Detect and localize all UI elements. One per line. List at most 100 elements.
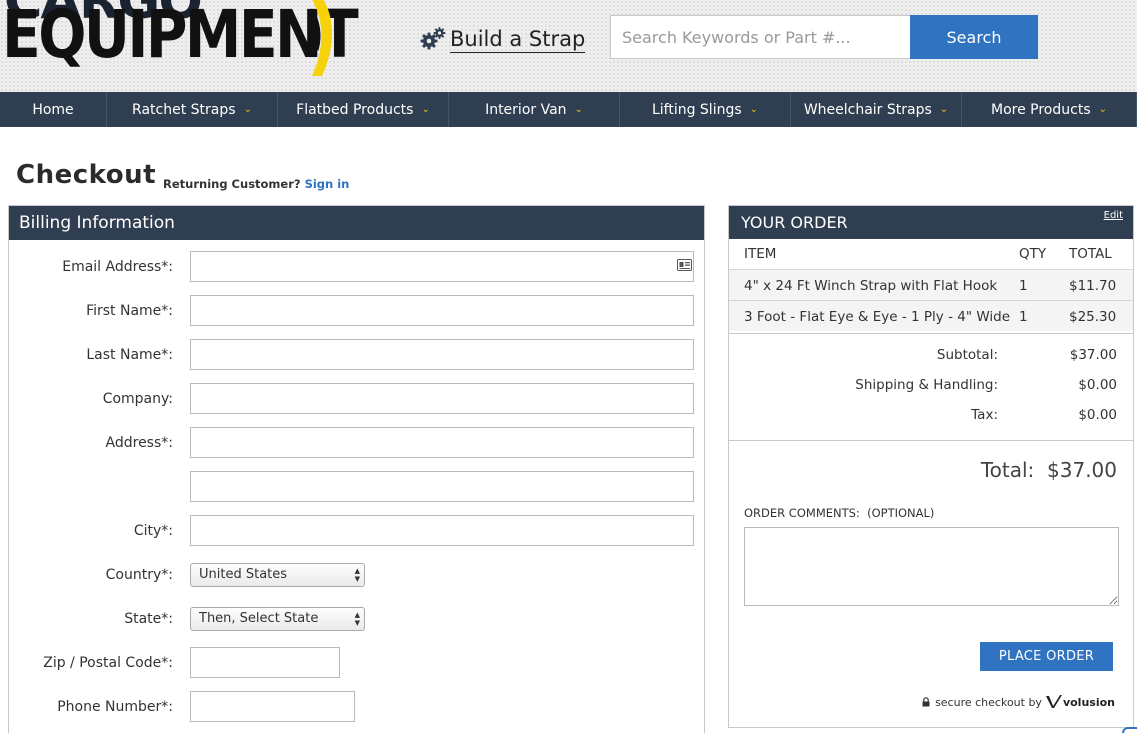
company-field[interactable] [190,383,694,414]
address-line-2-row [9,471,704,503]
nav-item-label: Flatbed Products [296,101,414,118]
zip-label: Zip / Postal Code*: [43,655,173,671]
shipping-label: Shipping & Handling: [855,377,998,393]
divider [729,440,1133,441]
last-name-row: Last Name*: [9,339,704,371]
nav-item-more-products[interactable]: More Products ⌄ [962,92,1137,127]
contact-card-icon[interactable] [677,259,692,271]
subtotal-row: Subtotal: $37.00 [729,347,1133,367]
returning-customer-text: Returning Customer? [163,177,301,191]
chat-widget-tab[interactable] [1122,727,1137,733]
returning-customer: Returning Customer? Sign in [163,177,349,191]
order-item-name: 3 Foot - Flat Eye & Eye - 1 Ply - 4" Wid… [744,309,1010,325]
order-comments-field[interactable] [744,527,1119,606]
order-heading-text: YOUR ORDER [741,213,848,232]
company-label: Company: [102,391,173,407]
order-item-total: $11.70 [1069,278,1117,294]
country-label: Country*: [105,567,173,583]
build-a-strap-link[interactable]: Build a Strap [450,26,586,53]
total-label: Total: [980,458,1035,482]
page-title: Checkout [16,160,157,190]
subtotal-label: Subtotal: [936,347,998,363]
tax-value: $0.00 [1078,407,1117,423]
first-name-row: First Name*: [9,295,704,327]
nav-item-flatbed-products[interactable]: Flatbed Products ⌄ [278,92,449,127]
email-field[interactable] [190,251,694,282]
country-row: Country*: United States ▲ ▼ [9,559,704,591]
order-item-row: 4" x 24 Ft Winch Strap with Flat Hook 1 … [729,269,1133,300]
edit-order-link[interactable]: Edit [1104,211,1123,221]
order-heading: YOUR ORDER Edit [729,206,1133,239]
chevron-down-icon: ⌄ [421,104,430,115]
state-select[interactable]: Then, Select State ▲ ▼ [190,607,365,631]
state-row: State*: Then, Select State ▲ ▼ [9,603,704,635]
order-item-qty: 1 [1019,278,1028,294]
zip-row: Zip / Postal Code*: [9,647,704,679]
place-order-button[interactable]: PLACE ORDER [980,642,1113,671]
company-row: Company: [9,383,704,415]
nav-item-wheelchair-straps[interactable]: Wheelchair Straps ⌄ [791,92,962,127]
build-a-strap[interactable]: Build a Strap [420,23,586,55]
order-item-row: 3 Foot - Flat Eye & Eye - 1 Ply - 4" Wid… [729,300,1133,331]
total-value: $37.00 [1047,458,1117,482]
country-select[interactable]: United States ▲ ▼ [190,563,365,587]
search-input[interactable] [610,15,911,59]
address-row: Address*: [9,427,704,459]
nav-item-label: Ratchet Straps [132,101,236,118]
order-table-header: ITEM QTY TOTAL [729,239,1133,269]
email-row: Email Address*: [9,251,704,283]
nav-item-label: More Products [991,101,1091,118]
nav-item-label: Wheelchair Straps [803,101,932,118]
nav-item-label: Lifting Slings [651,101,742,118]
secure-checkout-badge: secure checkout by volusion [922,695,1115,709]
volusion-brand-text: volusion [1062,695,1115,709]
first-name-label: First Name*: [86,303,173,319]
phone-label: Phone Number*: [57,699,173,715]
order-panel: YOUR ORDER Edit ITEM QTY TOTAL 4" x 24 F… [728,205,1134,728]
site-logo[interactable]: CARGO EQUIPMENT [2,0,359,87]
email-label: Email Address*: [62,259,173,275]
state-select-value: Then, Select State [199,611,319,626]
column-header-qty: QTY [1019,246,1047,262]
gears-icon [420,27,446,50]
nav-item-lifting-slings[interactable]: Lifting Slings ⌄ [620,92,791,127]
order-item-total: $25.30 [1069,309,1117,325]
chevron-down-icon: ⌄ [749,104,759,115]
nav-item-label: Home [32,101,74,118]
volusion-logo: volusion [1045,695,1115,709]
nav-item-home[interactable]: Home [0,92,107,127]
chevron-down-icon: ⌄ [243,104,252,115]
billing-panel: Billing Information Email Address*: Firs… [8,205,705,733]
chevron-down-icon: ⌄ [1098,104,1107,115]
last-name-field[interactable] [190,339,694,370]
country-select-value: United States [199,567,288,582]
state-label: State*: [124,611,173,627]
city-field[interactable] [190,515,694,546]
first-name-field[interactable] [190,295,694,326]
phone-field[interactable] [190,691,355,722]
address-line-2-field[interactable] [190,471,694,502]
phone-row: Phone Number*: [9,691,704,723]
site-header: CARGO EQUIPMENT Build a Strap Search Key… [0,0,1137,92]
nav-item-interior-van[interactable]: Interior Van ⌄ [449,92,620,127]
column-header-total: TOTAL [1069,246,1112,262]
order-item-name: 4" x 24 Ft Winch Strap with Flat Hook [744,278,998,294]
sign-in-link[interactable]: Sign in [305,177,350,191]
address-line-1-field[interactable] [190,427,694,458]
zip-field[interactable] [190,647,340,678]
last-name-label: Last Name*: [86,347,173,363]
shipping-value: $0.00 [1078,377,1117,393]
nav-item-label: Interior Van [485,101,567,118]
volusion-v-icon [1045,695,1062,708]
search-button[interactable]: Search [910,15,1038,59]
secure-checkout-text: secure checkout by [935,695,1042,709]
nav-item-ratchet-straps[interactable]: Ratchet Straps ⌄ [107,92,278,127]
city-row: City*: [9,515,704,547]
order-table: ITEM QTY TOTAL 4" x 24 Ft Winch Strap wi… [729,239,1133,331]
subtotal-value: $37.00 [1069,347,1117,363]
order-comments-label: ORDER COMMENTS: (OPTIONAL) [744,506,935,520]
tax-label: Tax: [971,407,998,423]
column-header-item: ITEM [744,246,777,262]
logo-main-text: EQUIPMENT [2,0,359,73]
divider [729,333,1133,334]
